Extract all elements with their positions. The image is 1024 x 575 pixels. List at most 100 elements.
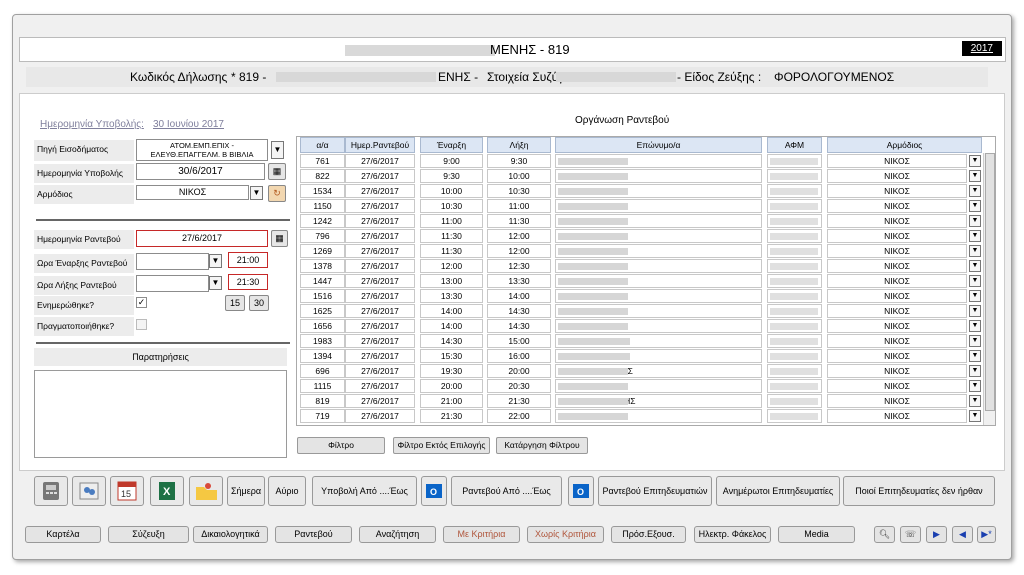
cell-start[interactable]: 19:30 bbox=[420, 364, 483, 378]
cell-name[interactable]: ΗΤΡΙΟΣ bbox=[555, 259, 762, 273]
notes-textarea[interactable] bbox=[34, 370, 287, 458]
cell-name[interactable]: ΘΥΜΙΑ bbox=[555, 319, 762, 333]
chevron-down-icon[interactable]: ▼ bbox=[271, 141, 284, 159]
cell-end[interactable]: 12:00 bbox=[487, 229, 551, 243]
cell-id[interactable]: 1394 bbox=[300, 349, 345, 363]
chevron-down-icon[interactable]: ▼ bbox=[969, 155, 981, 167]
cell-end[interactable]: 12:30 bbox=[487, 259, 551, 273]
cell-id[interactable]: 761 bbox=[300, 154, 345, 168]
pro-appts-button[interactable]: Ραντεβού Επιτηδευματιών bbox=[598, 476, 712, 506]
cell-afm[interactable] bbox=[767, 289, 822, 303]
cell-resp[interactable]: ΝΙΚΟΣ bbox=[827, 184, 967, 198]
nav-appts[interactable]: Ραντεβού bbox=[275, 526, 352, 543]
calendar-icon[interactable]: 15 bbox=[110, 476, 144, 506]
cell-name[interactable]: ΙΟΣ bbox=[555, 154, 762, 168]
chevron-down-icon[interactable]: ▼ bbox=[969, 365, 981, 377]
notified-checkbox[interactable]: ✓ bbox=[136, 297, 147, 308]
table-row[interactable]: 1394 27/6/2017 15:30 16:00 ΝΙΚΟΣ ▼ bbox=[297, 349, 982, 364]
cell-start[interactable]: 20:00 bbox=[420, 379, 483, 393]
table-row[interactable]: 126927/6/2017 11:30 12:00 ΡΑ ΝΙΚΟΣ▼ bbox=[297, 244, 982, 259]
table-row[interactable]: 76127/6/2017 9:00 9:30 ΙΟΣ ΝΙΚΟΣ▼ bbox=[297, 154, 982, 169]
table-row[interactable]: 144727/6/2017 13:00 13:30 ΟΣ ΝΙΚΟΣ▼ bbox=[297, 274, 982, 289]
table-row[interactable]: 79627/6/2017 11:30 12:00 ΕΙΟΣ ΝΙΚΟΣ▼ bbox=[297, 229, 982, 244]
cell-end[interactable]: 22:00 bbox=[487, 409, 551, 423]
phone-icon[interactable]: ☏ bbox=[900, 526, 921, 543]
chevron-down-icon[interactable]: ▼ bbox=[969, 215, 981, 227]
cell-afm[interactable] bbox=[767, 169, 822, 183]
chevron-down-icon[interactable]: ▼ bbox=[969, 395, 981, 407]
calendar-icon[interactable]: ▦ bbox=[268, 163, 286, 180]
cell-name[interactable] bbox=[555, 349, 762, 363]
cell-date[interactable]: 27/6/2017 bbox=[345, 229, 415, 243]
not-came-button[interactable]: Ποιοί Επιτηδευματίες δεν ήρθαν bbox=[843, 476, 995, 506]
next-icon[interactable]: ▶ bbox=[926, 526, 947, 543]
nav-spouse[interactable]: Σύζευξη bbox=[108, 526, 189, 543]
col-header[interactable]: Αρμόδιος bbox=[827, 137, 982, 153]
refresh-icon[interactable]: ↻ bbox=[268, 185, 286, 202]
submission-label[interactable]: Ημερομηνία Υποβολής: bbox=[40, 119, 144, 130]
cell-start[interactable]: 14:00 bbox=[420, 304, 483, 318]
chevron-down-icon[interactable]: ▼ bbox=[969, 335, 981, 347]
cell-start[interactable]: 9:00 bbox=[420, 154, 483, 168]
calendar-icon[interactable]: ▦ bbox=[271, 230, 288, 247]
cell-name[interactable]: ΕΙΟΣ bbox=[555, 229, 762, 243]
chevron-down-icon[interactable]: ▼ bbox=[209, 254, 222, 268]
done-checkbox[interactable] bbox=[136, 319, 147, 330]
cell-resp[interactable]: ΝΙΚΟΣ bbox=[827, 214, 967, 228]
cell-resp[interactable]: ΝΙΚΟΣ bbox=[827, 244, 967, 258]
chevron-down-icon[interactable]: ▼ bbox=[969, 350, 981, 362]
cell-date[interactable]: 27/6/2017 bbox=[345, 184, 415, 198]
cell-date[interactable]: 27/6/2017 bbox=[345, 289, 415, 303]
cell-start[interactable]: 21:00 bbox=[420, 394, 483, 408]
cell-date[interactable]: 27/6/2017 bbox=[345, 274, 415, 288]
cell-id[interactable]: 1516 bbox=[300, 289, 345, 303]
outlook-icon[interactable]: O bbox=[568, 476, 594, 506]
cell-start[interactable]: 12:00 bbox=[420, 259, 483, 273]
cell-end[interactable]: 20:30 bbox=[487, 379, 551, 393]
nav-income[interactable]: Πρόσ.Εξουσ. bbox=[611, 526, 686, 543]
contacts-icon[interactable] bbox=[72, 476, 106, 506]
cell-afm[interactable] bbox=[767, 334, 822, 348]
cell-resp[interactable]: ΝΙΚΟΣ bbox=[827, 304, 967, 318]
chevron-down-icon[interactable]: ▼ bbox=[969, 320, 981, 332]
nav-search[interactable]: Αναζήτηση bbox=[359, 526, 436, 543]
cell-afm[interactable] bbox=[767, 394, 822, 408]
cell-name[interactable]: ΡΑ bbox=[555, 244, 762, 258]
table-row[interactable]: 111527/6/2017 20:00 20:30 ΜΗΤΡΙΟΣ ΝΙΚΟΣ▼ bbox=[297, 379, 982, 394]
nav-with-criteria[interactable]: Με Κριτήρια bbox=[443, 526, 520, 543]
cell-resp[interactable]: ΝΙΚΟΣ bbox=[827, 379, 967, 393]
tomorrow-button[interactable]: Αύριο bbox=[268, 476, 306, 506]
cell-start[interactable]: 21:30 bbox=[420, 409, 483, 423]
outlook-icon[interactable]: O bbox=[421, 476, 447, 506]
cell-resp[interactable]: ΝΙΚΟΣ bbox=[827, 154, 967, 168]
table-row[interactable]: 1983 27/6/2017 14:30 15:00 ΝΙΚΟΣ ▼ bbox=[297, 334, 982, 349]
col-header[interactable]: Επώνυμο/α bbox=[555, 137, 762, 153]
cell-date[interactable]: 27/6/2017 bbox=[345, 259, 415, 273]
cell-resp[interactable]: ΝΙΚΟΣ bbox=[827, 274, 967, 288]
table-row[interactable]: 137827/6/2017 12:00 12:30 ΗΤΡΙΟΣ ΝΙΚΟΣ▼ bbox=[297, 259, 982, 274]
cell-afm[interactable] bbox=[767, 304, 822, 318]
chevron-down-icon[interactable]: ▼ bbox=[250, 186, 263, 200]
chevron-down-icon[interactable]: ▼ bbox=[969, 245, 981, 257]
cell-end[interactable]: 13:30 bbox=[487, 274, 551, 288]
cell-resp[interactable]: ΝΙΚΟΣ bbox=[827, 259, 967, 273]
col-header[interactable]: Ημερ.Ραντεβού bbox=[345, 137, 415, 153]
cell-date[interactable]: 27/6/2017 bbox=[345, 199, 415, 213]
nav-card[interactable]: Καρτέλα bbox=[25, 526, 101, 543]
cell-date[interactable]: 27/6/2017 bbox=[345, 244, 415, 258]
cell-end[interactable]: 10:30 bbox=[487, 184, 551, 198]
cell-resp[interactable]: ΝΙΚΟΣ bbox=[827, 199, 967, 213]
cell-name[interactable]: ΟΣ bbox=[555, 274, 762, 288]
cell-name[interactable]: ΟΣ bbox=[555, 184, 762, 198]
chevron-down-icon[interactable]: ▼ bbox=[969, 305, 981, 317]
cell-date[interactable]: 27/6/2017 bbox=[345, 169, 415, 183]
chevron-down-icon[interactable]: ▼ bbox=[969, 260, 981, 272]
cell-resp[interactable]: ΝΙΚΟΣ bbox=[827, 394, 967, 408]
cell-end[interactable]: 11:00 bbox=[487, 199, 551, 213]
cell-id[interactable]: 1983 bbox=[300, 334, 345, 348]
cell-name[interactable]: ΟΛΑΟΣ bbox=[555, 169, 762, 183]
cell-id[interactable]: 696 bbox=[300, 364, 345, 378]
nav-without-criteria[interactable]: Χωρίς Κριτήρια bbox=[527, 526, 604, 543]
cell-afm[interactable] bbox=[767, 199, 822, 213]
cell-date[interactable]: 27/6/2017 bbox=[345, 379, 415, 393]
